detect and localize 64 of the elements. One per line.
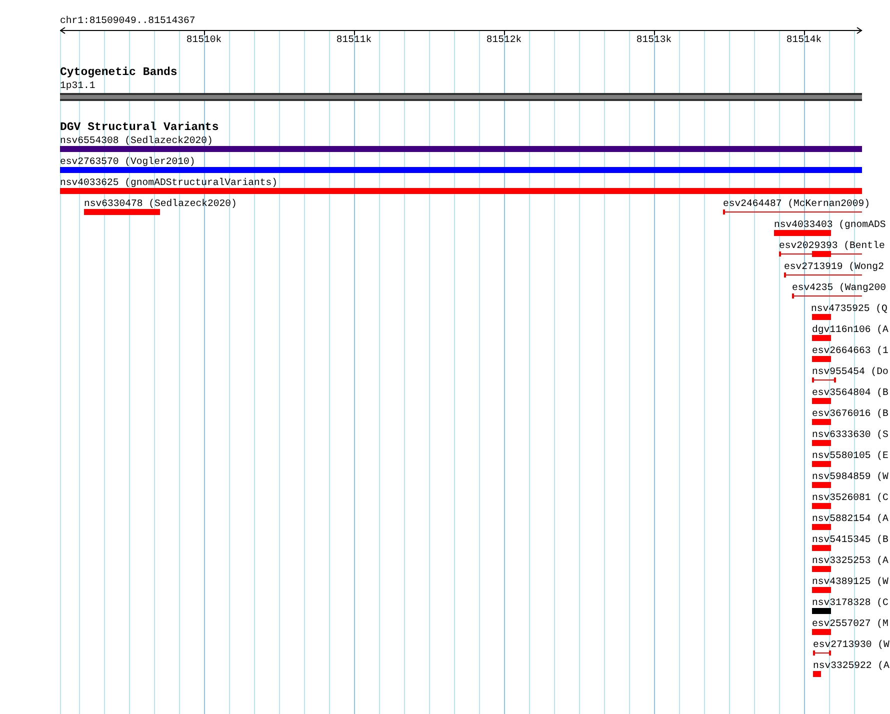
feature-label: nsv4735925 (Q: [811, 303, 888, 315]
tick-label: 81513k: [636, 34, 672, 46]
feature-bar[interactable]: [812, 524, 831, 530]
feature-bar[interactable]: [812, 440, 831, 446]
feature-line[interactable]: [723, 209, 862, 215]
track-title: DGV Structural Variants: [60, 121, 219, 135]
feature-bar[interactable]: [60, 167, 862, 173]
feature-bar[interactable]: [812, 482, 831, 488]
feature-line[interactable]: [784, 272, 862, 278]
feature-label: esv2557027 (M: [812, 618, 888, 630]
feature-bar[interactable]: [84, 209, 160, 215]
tick-label: 81514k: [786, 34, 822, 46]
feature-bar[interactable]: [60, 188, 862, 194]
feature-bar[interactable]: [812, 314, 831, 320]
feature-bar[interactable]: [812, 629, 831, 635]
feature-label: esv2763570 (Vogler2010): [60, 156, 196, 168]
feature-bar[interactable]: [812, 419, 831, 425]
tick-label: 81512k: [486, 34, 522, 46]
feature-label: nsv3325922 (A: [813, 660, 890, 672]
tick-label: 81510k: [186, 34, 222, 46]
band-label: 1p31.1: [60, 80, 96, 92]
feature-label: esv3564804 (B: [812, 387, 888, 399]
feature-bar[interactable]: [60, 146, 862, 152]
feature-label: nsv6333630 (S: [812, 429, 888, 441]
feature-label: nsv6330478 (Sedlazeck2020): [84, 198, 237, 210]
feature-bar[interactable]: [812, 398, 831, 404]
feature-label: nsv3526081 (C: [812, 492, 888, 504]
feature-label: nsv4389125 (W: [812, 576, 888, 588]
feature-label: dgv116n106 (A: [812, 324, 888, 336]
feature-label: nsv955454 (Do: [812, 366, 888, 378]
feature-label: nsv3178328 (C: [812, 597, 888, 609]
feature-label: esv2713919 (Wong2: [784, 261, 884, 273]
feature-bar[interactable]: [813, 671, 821, 677]
feature-label: esv2029393 (Bentle: [779, 240, 885, 252]
band-bar[interactable]: [60, 93, 862, 101]
feature-bar[interactable]: [812, 503, 831, 509]
feature-label: nsv5580105 (E: [812, 450, 888, 462]
feature-line[interactable]: [813, 650, 831, 656]
feature-label: nsv4033625 (gnomADStructuralVariants): [60, 177, 278, 189]
feature-label: esv2713930 (W: [813, 639, 890, 651]
location-label: chr1:81509049..81514367: [60, 15, 196, 27]
track-title: Cytogenetic Bands: [60, 66, 178, 80]
feature-label: nsv5415345 (B: [812, 534, 888, 546]
feature-label: esv4235 (Wang200: [792, 282, 886, 294]
feature-bar[interactable]: [812, 335, 831, 341]
feature-label: esv2664663 (1: [812, 345, 888, 357]
feature-label: nsv6554308 (Sedlazeck2020): [60, 135, 213, 147]
feature-bar[interactable]: [812, 356, 831, 362]
feature-label: nsv4033403 (gnomADS: [774, 219, 886, 231]
feature-bar[interactable]: [774, 230, 831, 236]
feature-bar[interactable]: [812, 545, 831, 551]
feature-label: esv3676016 (B: [812, 408, 888, 420]
feature-bar[interactable]: [812, 608, 831, 614]
feature-bar[interactable]: [812, 461, 831, 467]
feature-line[interactable]: [792, 293, 862, 299]
feature-line[interactable]: [812, 377, 836, 383]
feature-label: nsv3325253 (A: [812, 555, 888, 567]
tick-label: 81511k: [336, 34, 372, 46]
feature-bar[interactable]: [812, 587, 831, 593]
feature-line[interactable]: [779, 251, 862, 257]
feature-label: nsv5882154 (A: [812, 513, 888, 525]
feature-label: esv2464487 (McKernan2009): [723, 198, 870, 210]
feature-bar[interactable]: [812, 566, 831, 572]
feature-label: nsv5984859 (W: [812, 471, 888, 483]
